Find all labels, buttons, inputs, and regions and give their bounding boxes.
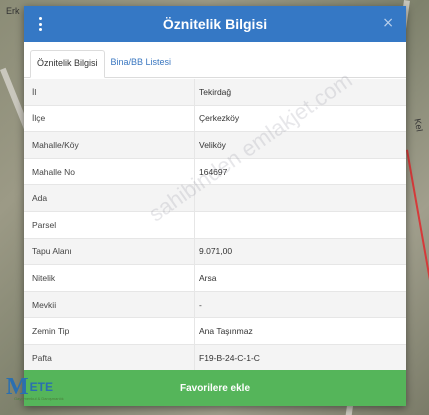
table-row: İlçe Çerkezköy	[24, 105, 406, 133]
attribute-key: Tapu Alanı	[32, 246, 72, 257]
attribute-value: Ana Taşınmaz	[194, 318, 406, 344]
attribute-key: Mahalle/Köy	[32, 139, 79, 150]
add-to-favorites-button[interactable]: Favorilere ekle	[24, 370, 406, 406]
attribute-dialog: Öznitelik Bilgisi × Öznitelik Bilgisi Bi…	[24, 6, 406, 406]
logo-icon: M ETE Gayrimenkul & Danışmanlık	[6, 366, 68, 408]
attribute-key: Zemin Tip	[32, 326, 70, 337]
tab-building-list[interactable]: Bina/BB Listesi	[105, 50, 178, 78]
close-icon[interactable]: ×	[382, 15, 394, 31]
table-row: Tapu Alanı 9.071,00	[24, 238, 406, 266]
logo-subtitle: Gayrimenkul & Danışmanlık	[14, 396, 64, 401]
attribute-key: Mevkii	[32, 299, 57, 310]
parcel-boundary	[406, 149, 429, 308]
attribute-table: İl Tekirdağ İlçe Çerkezköy Mahalle/Köy V…	[24, 79, 406, 372]
attribute-value: 9.071,00	[194, 238, 406, 265]
menu-icon[interactable]	[34, 14, 46, 34]
dialog-title: Öznitelik Bilgisi	[162, 16, 268, 32]
attribute-key: İl	[32, 86, 37, 97]
attribute-value: Arsa	[194, 265, 406, 291]
dialog-header: Öznitelik Bilgisi ×	[24, 6, 406, 42]
table-row: Ada	[24, 185, 406, 212]
attribute-value: F19-B-24-C-1-C	[194, 344, 406, 371]
tab-attribute-info[interactable]: Öznitelik Bilgisi	[30, 50, 105, 78]
attribute-value	[194, 211, 406, 238]
attribute-key: İlçe	[32, 113, 46, 124]
attribute-value	[194, 185, 406, 211]
table-row: Mevkii -	[24, 291, 406, 319]
table-row: Zemin Tip Ana Taşınmaz	[24, 318, 406, 345]
tab-bar: Öznitelik Bilgisi Bina/BB Listesi	[24, 42, 406, 78]
logo-text: ETE	[29, 380, 53, 394]
table-row: Nitelik Arsa	[24, 265, 406, 292]
attribute-key: Mahalle No	[32, 166, 75, 177]
table-row: Pafta F19-B-24-C-1-C	[24, 344, 406, 372]
map-label: Kel	[412, 117, 425, 133]
attribute-value: -	[194, 291, 406, 318]
table-row: Parsel	[24, 211, 406, 239]
map-label: Erk	[6, 6, 20, 16]
attribute-key: Nitelik	[32, 272, 56, 283]
